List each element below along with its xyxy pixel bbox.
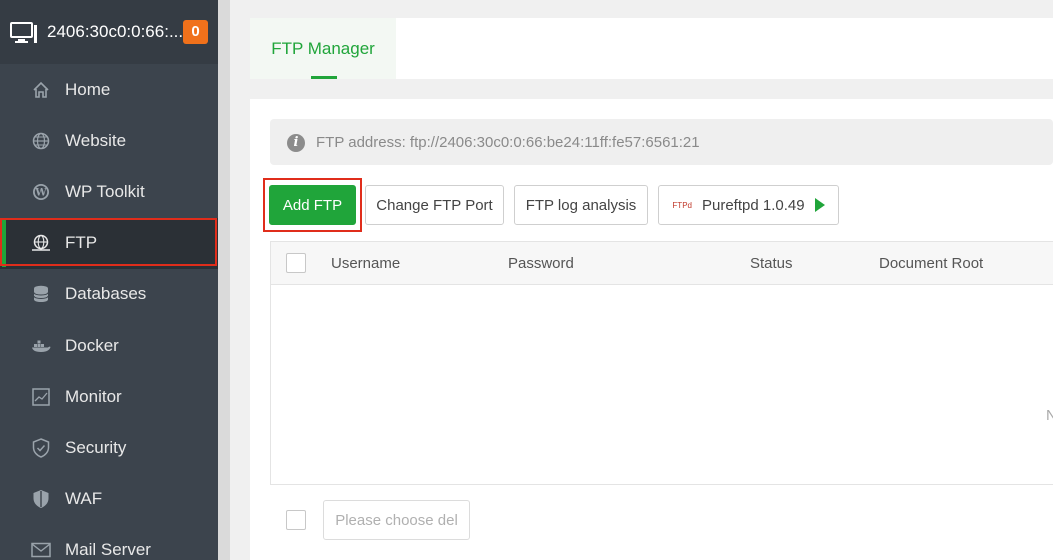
ftp-table: Username Password Status Document Root — [270, 241, 1053, 485]
sidebar-item-wp-toolkit[interactable]: W WP Toolkit — [0, 166, 218, 217]
ftp-log-analysis-button[interactable]: FTP log analysis — [514, 185, 648, 225]
info-icon: i — [287, 134, 305, 152]
sidebar-item-label: WAF — [65, 489, 103, 509]
batch-operation-select[interactable]: Please choose del — [323, 500, 470, 540]
footer-select-checkbox[interactable] — [286, 510, 306, 530]
sidebar-item-label: Docker — [65, 335, 119, 355]
sidebar-item-security[interactable]: Security — [0, 422, 218, 473]
globe-icon — [31, 131, 51, 151]
sidebar-item-databases[interactable]: Databases — [0, 269, 218, 320]
column-header-username[interactable]: Username — [331, 255, 400, 272]
change-ftp-port-button[interactable]: Change FTP Port — [365, 185, 504, 225]
docker-icon — [31, 336, 51, 356]
sidebar-scrollbar-gutter — [218, 0, 230, 560]
sidebar-item-home[interactable]: Home — [0, 64, 218, 115]
select-all-checkbox[interactable] — [286, 253, 306, 273]
tab-bar: FTP Manager — [250, 18, 1053, 79]
sidebar-item-ftp[interactable]: FTP — [0, 217, 218, 269]
tab-label: FTP Manager — [271, 38, 375, 58]
mail-icon — [31, 540, 51, 560]
tab-ftp-manager[interactable]: FTP Manager — [250, 18, 396, 79]
sidebar-item-label: Databases — [65, 284, 147, 304]
play-icon — [814, 198, 825, 212]
home-icon — [31, 80, 51, 100]
sidebar-item-docker[interactable]: Docker — [0, 320, 218, 371]
table-header: Username Password Status Document Root — [271, 242, 1053, 285]
sidebar-header: 2406:30c0:0:66:... 0 — [0, 0, 218, 64]
sidebar-item-label: FTP — [65, 233, 98, 253]
sidebar-item-label: Website — [65, 130, 127, 150]
column-header-password[interactable]: Password — [508, 255, 574, 272]
waf-shield-icon — [31, 489, 51, 509]
pureftpd-logo-icon: FTPd — [672, 200, 692, 210]
sidebar-item-monitor[interactable]: Monitor — [0, 371, 218, 422]
server-name[interactable]: 2406:30c0:0:66:... — [47, 22, 183, 42]
add-ftp-button[interactable]: Add FTP — [269, 185, 356, 225]
computer-icon — [10, 22, 37, 43]
monitor-icon — [31, 387, 51, 407]
sidebar-item-label: Security — [65, 437, 127, 457]
service-label: Pureftpd 1.0.49 — [701, 196, 805, 214]
sidebar-menu: Home Website W WP Toolkit FTP Databases … — [0, 64, 218, 560]
pureftpd-service-button[interactable]: FTPd Pureftpd 1.0.49 — [658, 185, 839, 225]
table-empty-text: N — [1046, 407, 1053, 424]
sidebar-item-label: Mail Server — [65, 540, 151, 560]
sidebar: 2406:30c0:0:66:... 0 Home Website W WP T… — [0, 0, 218, 560]
sidebar-item-waf[interactable]: WAF — [0, 474, 218, 525]
database-icon — [31, 284, 51, 304]
tab-active-indicator — [311, 76, 337, 79]
column-header-document-root[interactable]: Document Root — [879, 255, 983, 272]
ftp-icon — [31, 233, 51, 253]
shield-icon — [31, 438, 51, 458]
sidebar-item-label: WP Toolkit — [65, 181, 145, 201]
svg-text:W: W — [34, 187, 47, 198]
sidebar-item-mail-server[interactable]: Mail Server — [0, 525, 218, 560]
ftp-address-text: FTP address: ftp://2406:30c0:0:66:be24:1… — [316, 134, 700, 151]
sidebar-item-website[interactable]: Website — [0, 115, 218, 166]
sidebar-item-label: Monitor — [65, 386, 122, 406]
notification-badge[interactable]: 0 — [183, 20, 208, 44]
sidebar-item-label: Home — [65, 79, 111, 99]
column-header-status[interactable]: Status — [750, 255, 793, 272]
wordpress-icon: W — [31, 182, 51, 202]
